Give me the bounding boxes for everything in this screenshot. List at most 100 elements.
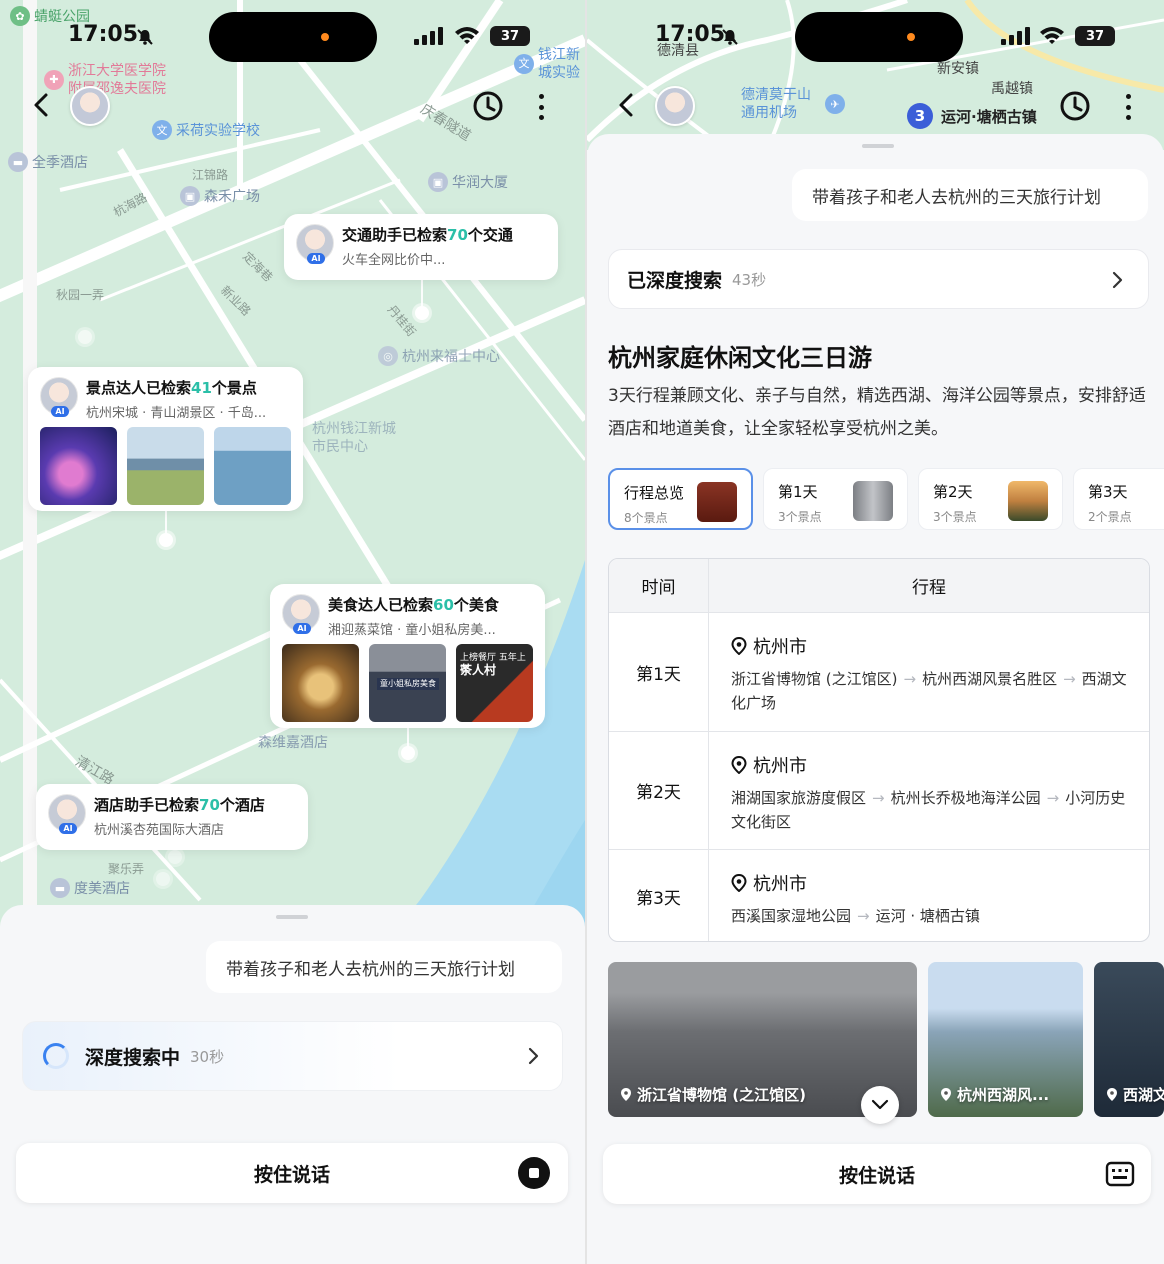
map-marker[interactable] bbox=[159, 533, 173, 547]
dynamic-island bbox=[795, 12, 963, 62]
assistant-avatar[interactable] bbox=[70, 86, 110, 126]
plan-title: 杭州家庭休闲文化三日游 bbox=[608, 344, 872, 372]
stop-link[interactable]: 运河 · 塘栖古镇 bbox=[876, 907, 980, 925]
tab-thumbnail bbox=[853, 481, 893, 521]
chevron-left-icon bbox=[34, 93, 48, 117]
airplane-icon: ✈ bbox=[825, 94, 845, 114]
agent-title: 景点达人已检索41个景点 bbox=[86, 379, 257, 397]
food-thumbnail[interactable]: 童小姐私房美食 bbox=[369, 644, 446, 722]
wifi-icon bbox=[455, 27, 479, 44]
status-time: 17:05 bbox=[655, 22, 726, 47]
chevron-left-icon bbox=[619, 93, 633, 117]
table-row[interactable]: 第3天 杭州市 西溪国家湿地公园 → 运河 · 塘栖古镇 bbox=[609, 850, 1149, 941]
spot-thumbnail[interactable] bbox=[127, 427, 204, 505]
tab-thumbnail bbox=[1008, 481, 1048, 521]
location-pin-icon bbox=[1107, 1088, 1117, 1101]
stop-link[interactable]: 湘湖国家旅游度假区 bbox=[731, 789, 866, 807]
tab-day-1[interactable]: 第1天 3个景点 bbox=[763, 468, 908, 530]
poi-school-right[interactable]: 文钱江新城实验学校 bbox=[514, 46, 584, 82]
sheet-grabber[interactable] bbox=[862, 144, 894, 148]
back-button[interactable] bbox=[609, 88, 643, 122]
location-pin-icon bbox=[731, 756, 747, 774]
history-clock-icon[interactable] bbox=[472, 90, 504, 122]
sheet-grabber[interactable] bbox=[276, 915, 308, 919]
agent-card-spots[interactable]: AI 景点达人已检索41个景点 杭州宋城 · 青山湖景区 · 千岛... bbox=[28, 367, 303, 511]
food-thumbnail[interactable]: 上榜餐厅 五年上榜 茶人村 bbox=[456, 644, 533, 722]
keyboard-icon[interactable] bbox=[1105, 1160, 1135, 1188]
agent-avatar: AI bbox=[296, 224, 334, 264]
dynamic-island bbox=[209, 12, 377, 62]
stop-link[interactable]: 杭州西湖风景名胜区 bbox=[922, 670, 1057, 688]
signal-icon bbox=[414, 27, 443, 45]
photo-card[interactable]: 西湖文 bbox=[1094, 962, 1164, 1117]
agent-title: 交通助手已检索70个交通 bbox=[342, 226, 513, 244]
hotel-icon: ▬ bbox=[8, 152, 28, 172]
table-row[interactable]: 第1天 杭州市 浙江省博物馆 (之江馆区) → 杭州西湖风景名胜区 → 西湖文化广场 bbox=[609, 613, 1149, 732]
stop-link[interactable]: 西溪国家湿地公园 bbox=[731, 907, 851, 925]
tab-overview[interactable]: 行程总览 8个景点 bbox=[608, 468, 753, 530]
stop-link[interactable]: 浙江省博物馆 (之江馆区) bbox=[731, 670, 897, 688]
recording-dot bbox=[321, 33, 329, 41]
agent-subtitle: 火车全网比价中... bbox=[342, 253, 446, 268]
hold-to-talk-button[interactable]: 按住说话 bbox=[603, 1144, 1151, 1204]
itinerary-table: 时间 行程 第1天 杭州市 浙江省博物馆 (之江馆区) → 杭州西湖风景名胜区 → 西湖… bbox=[608, 558, 1150, 942]
route-step-label[interactable]: 运河·塘栖古镇 bbox=[941, 106, 1037, 127]
agent-card-food[interactable]: AI 美食达人已检索60个美食 湘迎蒸菜馆 · 童小姐私房美... 童小姐私房美… bbox=[270, 584, 545, 728]
map-marker[interactable] bbox=[401, 746, 415, 760]
spot-thumbnail[interactable] bbox=[40, 427, 117, 505]
location-pin-icon bbox=[731, 874, 747, 892]
poi-school[interactable]: 文采荷实验学校 bbox=[152, 120, 260, 140]
poi-yuyue[interactable]: 禹越镇 bbox=[991, 78, 1033, 98]
collapse-button[interactable] bbox=[861, 1086, 899, 1124]
table-row[interactable]: 第2天 杭州市 湘湖国家旅游度假区 → 杭州长乔极地海洋公园 → 小河历史文化街区 bbox=[609, 732, 1149, 850]
poi-airport[interactable]: 德清莫干山通用机场 ✈ bbox=[741, 86, 881, 122]
tab-day-2[interactable]: 第2天 3个景点 bbox=[918, 468, 1063, 530]
road-juleshan: 聚乐弄 bbox=[108, 862, 145, 876]
route-step-badge[interactable]: 3 bbox=[907, 103, 933, 129]
day-tabs: 行程总览 8个景点 第1天 3个景点 第2天 3个景点 第3天 2个景点 bbox=[608, 468, 1164, 530]
poi-fuxi[interactable]: ◎ 杭州来福士中心 bbox=[378, 346, 500, 366]
poi-senweijia[interactable]: 森维嘉酒店 bbox=[258, 732, 328, 752]
agent-subtitle: 杭州溪杏苑国际大酒店 bbox=[94, 823, 225, 838]
photo-card[interactable]: 杭州西湖风... bbox=[928, 962, 1083, 1117]
map-marker[interactable] bbox=[156, 872, 170, 886]
poi-hotel-quanji[interactable]: ▬ 全季酒店 bbox=[8, 152, 88, 172]
school-icon: 文 bbox=[514, 54, 534, 74]
road-label: 秋园一弄 bbox=[56, 288, 105, 302]
back-button[interactable] bbox=[24, 88, 58, 122]
more-menu-button[interactable] bbox=[1123, 94, 1133, 120]
left-screen: ✿ 蜻蜓公园 ✚ 浙江大学医学院附属邵逸夫医院 文采荷实验学校 ▬ 全季酒店 ▣ 森禾广… bbox=[0, 0, 585, 1264]
tab-day-3[interactable]: 第3天 2个景点 bbox=[1073, 468, 1164, 530]
park-icon: ✿ bbox=[10, 6, 30, 26]
deep-search-status-bar[interactable]: 深度搜索中 30秒 bbox=[22, 1021, 563, 1091]
map-marker[interactable] bbox=[78, 330, 92, 344]
stop-link[interactable]: 杭州长乔极地海洋公园 bbox=[891, 789, 1041, 807]
deep-search-done-bar[interactable]: 已深度搜索 43秒 bbox=[608, 249, 1149, 309]
map-marker[interactable] bbox=[415, 306, 429, 320]
bell-muted-icon bbox=[137, 29, 153, 45]
school-icon: 文 bbox=[152, 120, 172, 140]
agent-avatar: AI bbox=[40, 377, 78, 417]
history-clock-icon[interactable] bbox=[1059, 90, 1091, 122]
poi-citizen-center[interactable]: 杭州钱江新城市民中心 bbox=[312, 420, 402, 456]
shopping-icon: ◎ bbox=[378, 346, 398, 366]
hold-to-talk-button[interactable]: 按住说话 bbox=[16, 1143, 568, 1203]
agent-subtitle: 湘迎蒸菜馆 · 童小姐私房美... bbox=[328, 623, 496, 638]
agent-subtitle: 杭州宋城 · 青山湖景区 · 千岛... bbox=[86, 406, 267, 421]
map-marker[interactable] bbox=[168, 850, 182, 864]
poi-hospital[interactable]: ✚ 浙江大学医学院附属邵逸夫医院 bbox=[44, 62, 174, 98]
agent-card-traffic[interactable]: AI 交通助手已检索70个交通 火车全网比价中... bbox=[284, 214, 558, 280]
assistant-avatar[interactable] bbox=[655, 86, 695, 126]
poi-huarun[interactable]: ▣ 华润大厦 bbox=[428, 172, 508, 192]
poi-mall-senhe[interactable]: ▣ 森禾广场 bbox=[180, 186, 260, 206]
more-menu-button[interactable] bbox=[536, 94, 546, 120]
agent-card-hotel[interactable]: AI 酒店助手已检索70个酒店 杭州溪杏苑国际大酒店 bbox=[36, 784, 308, 850]
right-screen: 德清县 德清莫干山通用机场 ✈ 新安镇 禹越镇 17:05 37 3 运河·塘栖古… bbox=[587, 0, 1164, 1264]
food-thumbnail[interactable] bbox=[282, 644, 359, 722]
building-icon: ▣ bbox=[180, 186, 200, 206]
agent-title: 酒店助手已检索70个酒店 bbox=[94, 796, 265, 814]
spot-thumbnail[interactable] bbox=[214, 427, 291, 505]
poi-dumei[interactable]: ▬ 度美酒店 bbox=[50, 878, 130, 898]
location-pin-icon bbox=[621, 1088, 631, 1101]
stop-icon[interactable] bbox=[518, 1157, 550, 1189]
